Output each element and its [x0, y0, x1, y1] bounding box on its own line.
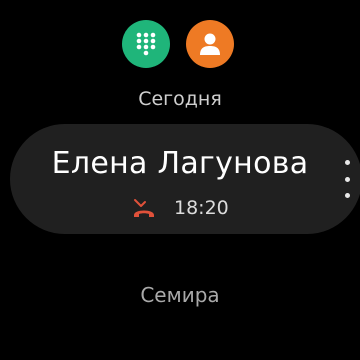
section-header-today: Сегодня: [138, 88, 222, 110]
call-log-item-next[interactable]: Семира: [0, 283, 360, 307]
keypad-button[interactable]: [122, 20, 170, 68]
more-options-button[interactable]: [340, 160, 354, 198]
person-icon: [200, 33, 220, 55]
dialpad-icon: [136, 32, 156, 56]
call-log-screen: Сегодня Елена Лагунова 18:20 Семира: [0, 0, 360, 360]
missed-call-icon: [134, 199, 154, 217]
contact-name: Елена Лагунова: [51, 146, 309, 181]
call-time: 18:20: [174, 197, 229, 219]
contacts-button[interactable]: [186, 20, 234, 68]
call-meta: 18:20: [132, 194, 229, 222]
more-vertical-icon: [344, 160, 350, 165]
